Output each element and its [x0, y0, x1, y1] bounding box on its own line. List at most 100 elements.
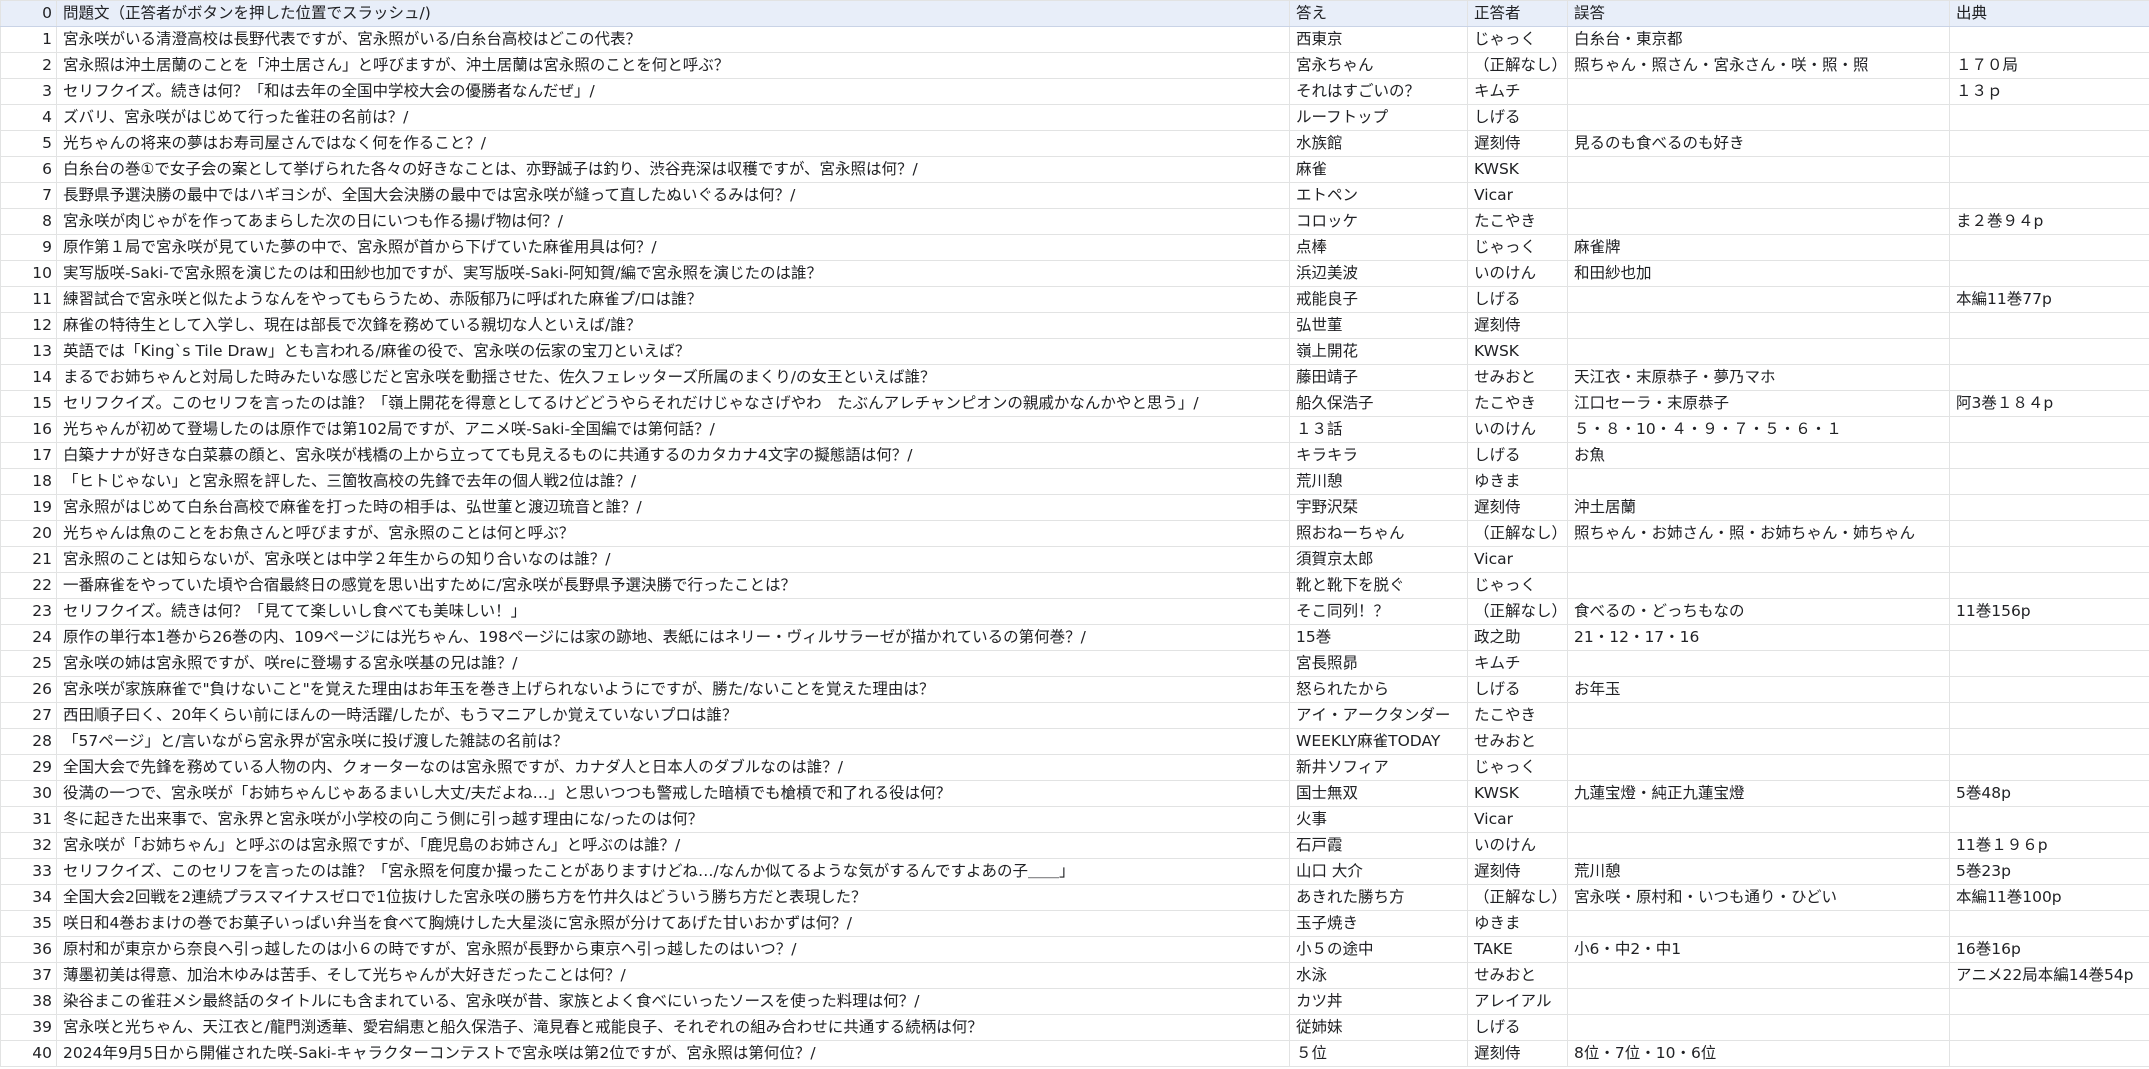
correct-cell[interactable]: いのけん: [1467, 260, 1568, 287]
source-cell[interactable]: [1949, 754, 2149, 781]
source-cell[interactable]: 本編11巻100p: [1949, 884, 2149, 911]
answer-cell[interactable]: そこ同列！？: [1289, 598, 1468, 625]
answer-cell[interactable]: 玉子焼き: [1289, 910, 1468, 937]
source-cell[interactable]: 本編11巻77p: [1949, 286, 2149, 313]
question-cell[interactable]: 全国大会2回戦を2連続プラスマイナスゼロで1位抜けした宮永咲の勝ち方を竹井久はど…: [56, 884, 1290, 911]
correct-cell[interactable]: しげる: [1467, 286, 1568, 313]
answer-cell[interactable]: 点棒: [1289, 234, 1468, 261]
source-cell[interactable]: [1949, 416, 2149, 443]
correct-cell[interactable]: しげる: [1467, 442, 1568, 469]
question-cell[interactable]: 練習試合で宮永咲と似たようなんをやってもらうため、赤阪郁乃に呼ばれた麻雀プ/ロは…: [56, 286, 1290, 313]
answer-cell[interactable]: それはすごいの？: [1289, 78, 1468, 105]
correct-cell[interactable]: 遅刻侍: [1467, 1040, 1568, 1067]
question-cell[interactable]: 原作の単行本1巻から26巻の内、109ページには光ちゃん、198ページには家の跡…: [56, 624, 1290, 651]
wrong-cell[interactable]: お魚: [1567, 442, 1950, 469]
wrong-cell[interactable]: [1567, 312, 1950, 339]
source-cell[interactable]: [1949, 910, 2149, 937]
source-cell[interactable]: [1949, 312, 2149, 339]
question-cell[interactable]: 英語では「King`s Tile Draw」とも言われる/麻雀の役で、宮永咲の伝…: [56, 338, 1290, 365]
source-cell[interactable]: [1949, 1014, 2149, 1041]
correct-cell[interactable]: いのけん: [1467, 832, 1568, 859]
source-cell[interactable]: 5巻23p: [1949, 858, 2149, 885]
wrong-cell[interactable]: 照ちゃん・お姉さん・照・お姉ちゃん・姉ちゃん: [1567, 520, 1950, 547]
correct-cell[interactable]: たこやき: [1467, 390, 1568, 417]
answer-cell[interactable]: 宇野沢栞: [1289, 494, 1468, 521]
correct-cell[interactable]: （正解なし）: [1467, 884, 1568, 911]
wrong-cell[interactable]: お年玉: [1567, 676, 1950, 703]
source-cell[interactable]: [1949, 702, 2149, 729]
source-cell[interactable]: [1949, 364, 2149, 391]
wrong-cell[interactable]: 和田紗也加: [1567, 260, 1950, 287]
source-cell[interactable]: [1949, 130, 2149, 157]
question-cell[interactable]: 白糸台の巻①で女子会の案として挙げられた各々の好きなことは、亦野誠子は釣り、渋谷…: [56, 156, 1290, 183]
answer-cell[interactable]: キラキラ: [1289, 442, 1468, 469]
wrong-cell[interactable]: [1567, 208, 1950, 235]
question-cell[interactable]: 宮永照のことは知らないが、宮永咲とは中学２年生からの知り合いなのは誰？/: [56, 546, 1290, 573]
answer-cell[interactable]: 荒川憩: [1289, 468, 1468, 495]
source-cell[interactable]: [1949, 442, 2149, 469]
correct-column-header[interactable]: 正答者: [1467, 0, 1568, 27]
correct-cell[interactable]: 遅刻侍: [1467, 312, 1568, 339]
question-cell[interactable]: 宮永咲が「お姉ちゃん」と呼ぶのは宮永照ですが、「鹿児島のお姉さん」と呼ぶのは誰？…: [56, 832, 1290, 859]
correct-cell[interactable]: じゃっく: [1467, 26, 1568, 53]
correct-cell[interactable]: いのけん: [1467, 416, 1568, 443]
wrong-cell[interactable]: 8位・7位・10・6位: [1567, 1040, 1950, 1067]
answer-cell[interactable]: 石戸霞: [1289, 832, 1468, 859]
correct-cell[interactable]: せみおと: [1467, 962, 1568, 989]
question-cell[interactable]: 長野県予選決勝の最中ではハギヨシが、全国大会決勝の最中では宮永咲が縫って直したぬ…: [56, 182, 1290, 209]
wrong-cell[interactable]: [1567, 572, 1950, 599]
question-cell[interactable]: ズバリ、宮永咲がはじめて行った雀荘の名前は？/: [56, 104, 1290, 131]
wrong-cell[interactable]: [1567, 104, 1950, 131]
source-cell[interactable]: [1949, 728, 2149, 755]
question-cell[interactable]: 咲日和4巻おまけの巻でお菓子いっぱい弁当を食べて胸焼けした大星淡に宮永照が分けて…: [56, 910, 1290, 937]
correct-cell[interactable]: じゃっく: [1467, 754, 1568, 781]
answer-cell[interactable]: ５位: [1289, 1040, 1468, 1067]
correct-cell[interactable]: （正解なし）: [1467, 52, 1568, 79]
wrong-cell[interactable]: 食べるの・どっちもなの: [1567, 598, 1950, 625]
answer-cell[interactable]: カツ丼: [1289, 988, 1468, 1015]
question-cell[interactable]: 実写版咲-Saki-で宮永照を演じたのは和田紗也加ですが、実写版咲-Saki-阿…: [56, 260, 1290, 287]
answer-cell[interactable]: 火事: [1289, 806, 1468, 833]
question-cell[interactable]: セリフクイズ。このセリフを言ったのは誰？「嶺上開花を得意としてるけどどうやらそれ…: [56, 390, 1290, 417]
answer-column-header[interactable]: 答え: [1289, 0, 1468, 27]
source-cell[interactable]: [1949, 260, 2149, 287]
question-cell[interactable]: 一番麻雀をやっていた頃や合宿最終日の感覚を思い出すために/宮永咲が長野県予選決勝…: [56, 572, 1290, 599]
source-cell[interactable]: [1949, 988, 2149, 1015]
wrong-cell[interactable]: 天江衣・末原恭子・夢乃マホ: [1567, 364, 1950, 391]
question-cell[interactable]: 麻雀の特待生として入学し、現在は部長で次鋒を務めている親切な人といえば/誰？: [56, 312, 1290, 339]
correct-cell[interactable]: しげる: [1467, 104, 1568, 131]
wrong-cell[interactable]: 見るのも食べるのも好き: [1567, 130, 1950, 157]
source-column-header[interactable]: 出典: [1949, 0, 2149, 27]
answer-cell[interactable]: 須賀京太郎: [1289, 546, 1468, 573]
correct-cell[interactable]: 遅刻侍: [1467, 130, 1568, 157]
correct-cell[interactable]: キムチ: [1467, 650, 1568, 677]
source-cell[interactable]: [1949, 494, 2149, 521]
wrong-cell[interactable]: [1567, 754, 1950, 781]
question-cell[interactable]: 染谷まこの雀荘メシ最終話のタイトルにも含まれている、宮永咲が昔、家族とよく食べに…: [56, 988, 1290, 1015]
wrong-cell[interactable]: 沖土居蘭: [1567, 494, 1950, 521]
question-cell[interactable]: まるでお姉ちゃんと対局した時みたいな感じだと宮永咲を動揺させた、佐久フェレッター…: [56, 364, 1290, 391]
question-cell[interactable]: 宮永咲の姉は宮永照ですが、咲reに登場する宮永咲基の兄は誰？/: [56, 650, 1290, 677]
correct-cell[interactable]: キムチ: [1467, 78, 1568, 105]
answer-cell[interactable]: 怒られたから: [1289, 676, 1468, 703]
wrong-cell[interactable]: [1567, 988, 1950, 1015]
source-cell[interactable]: 16巻16p: [1949, 936, 2149, 963]
answer-cell[interactable]: 小５の途中: [1289, 936, 1468, 963]
correct-cell[interactable]: たこやき: [1467, 702, 1568, 729]
wrong-cell[interactable]: [1567, 702, 1950, 729]
correct-cell[interactable]: 遅刻侍: [1467, 858, 1568, 885]
answer-cell[interactable]: あきれた勝ち方: [1289, 884, 1468, 911]
wrong-cell[interactable]: ５・８・10・４・９・７・５・６・１: [1567, 416, 1950, 443]
source-cell[interactable]: [1949, 26, 2149, 53]
correct-cell[interactable]: KWSK: [1467, 780, 1568, 807]
answer-cell[interactable]: 戒能良子: [1289, 286, 1468, 313]
wrong-cell[interactable]: 江口セーラ・末原恭子: [1567, 390, 1950, 417]
answer-cell[interactable]: 麻雀: [1289, 156, 1468, 183]
correct-cell[interactable]: ゆきま: [1467, 468, 1568, 495]
question-column-header[interactable]: 問題文（正答者がボタンを押した位置でスラッシュ/): [56, 0, 1290, 27]
correct-cell[interactable]: しげる: [1467, 676, 1568, 703]
answer-cell[interactable]: 船久保浩子: [1289, 390, 1468, 417]
correct-cell[interactable]: しげる: [1467, 1014, 1568, 1041]
answer-cell[interactable]: 国士無双: [1289, 780, 1468, 807]
wrong-cell[interactable]: 小6・中2・中1: [1567, 936, 1950, 963]
